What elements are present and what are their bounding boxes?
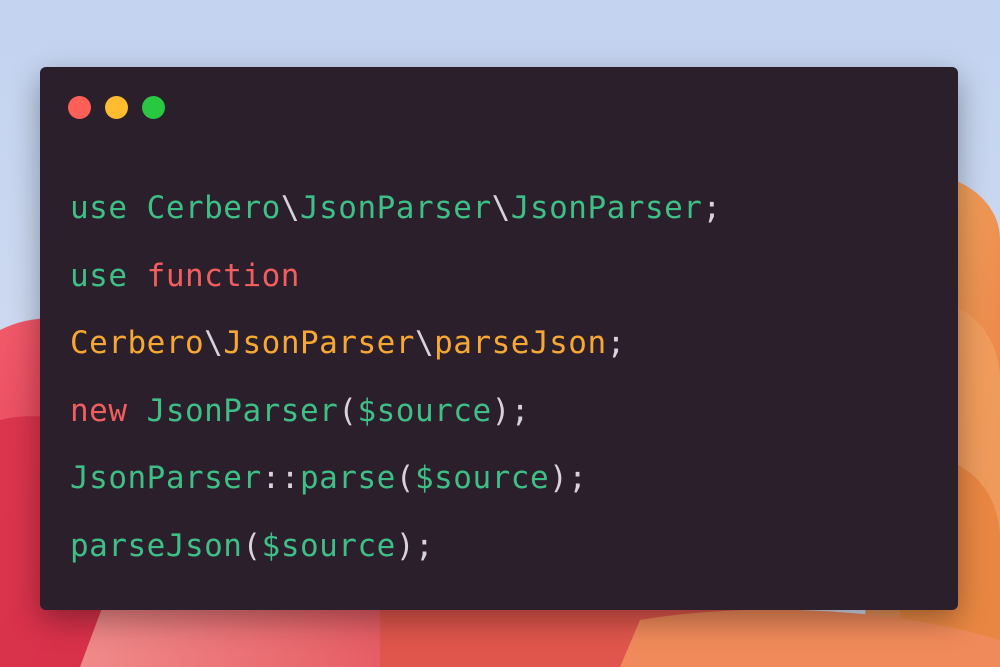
code-line: JsonParser::parse($source); (70, 445, 722, 513)
code-token: new (70, 392, 147, 429)
code-token: ( (242, 527, 262, 564)
code-token: JsonParser (146, 392, 339, 429)
code-line: parseJson($source); (70, 513, 722, 581)
code-token: \ (280, 190, 300, 226)
code-line: Cerbero\JsonParser\parseJson; (70, 310, 722, 378)
minimize-button[interactable] (105, 96, 128, 119)
code-line: new JsonParser($source); (70, 378, 722, 446)
code-token: $source (414, 460, 550, 496)
code-token: ( (395, 460, 415, 496)
code-token: \ (491, 190, 511, 226)
code-block: use Cerbero\JsonParser\JsonParser; use fu… (70, 175, 722, 580)
code-token: ; (702, 190, 722, 226)
code-token: \ (204, 325, 224, 361)
code-token: Cerbero (70, 325, 205, 361)
code-token: ); (549, 460, 588, 496)
code-token: JsonParser (510, 190, 703, 226)
code-token: parseJson (434, 325, 607, 361)
code-token: Cerbero (146, 190, 281, 226)
code-token: ); (491, 392, 530, 429)
code-token: :: (261, 460, 300, 496)
code-line: use function (70, 243, 722, 311)
code-token: use (70, 257, 147, 294)
code-token: ; (606, 325, 626, 361)
code-token: JsonParser (70, 460, 262, 496)
code-token: \ (414, 325, 435, 361)
close-button[interactable] (68, 96, 91, 119)
code-token: $source (261, 527, 396, 564)
zoom-button[interactable] (142, 96, 165, 119)
code-token: JsonParser (299, 190, 492, 226)
code-line: use Cerbero\JsonParser\JsonParser; (70, 175, 722, 243)
code-token: function (146, 257, 300, 294)
code-token: parseJson (70, 527, 243, 564)
code-token: use (70, 190, 147, 226)
code-token: JsonParser (223, 325, 415, 361)
code-token: ); (395, 527, 435, 564)
code-window: use Cerbero\JsonParser\JsonParser; use fu… (40, 67, 958, 610)
code-token: $source (357, 392, 492, 429)
code-token: ( (338, 392, 358, 429)
code-token: parse (299, 460, 396, 496)
window-controls (68, 96, 165, 119)
